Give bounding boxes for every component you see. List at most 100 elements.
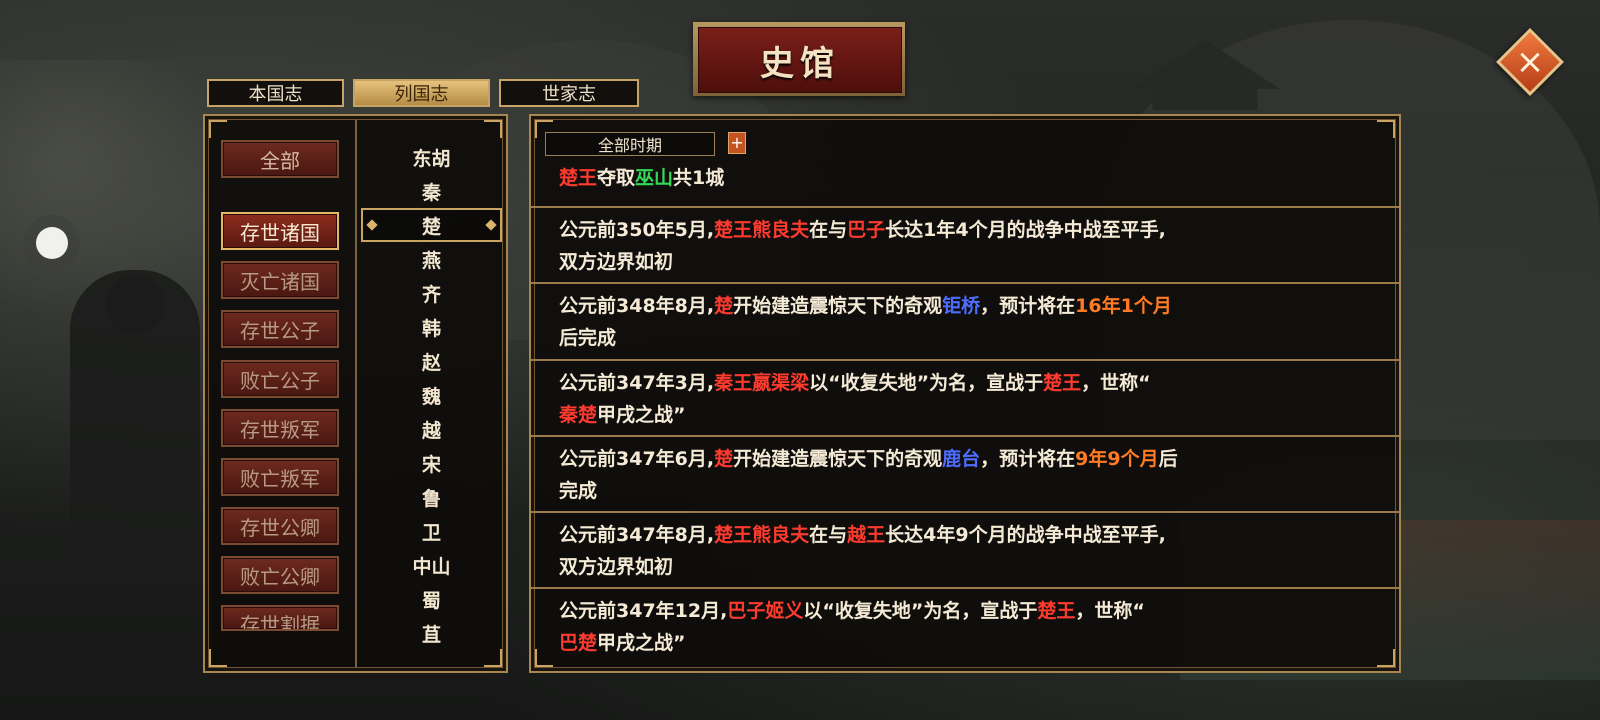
- event-line: 完成: [559, 475, 1371, 507]
- selection-diamond-icon: [366, 219, 378, 231]
- state-item[interactable]: 卫: [357, 514, 506, 548]
- selection-diamond-icon: [485, 219, 497, 231]
- state-item[interactable]: 中山: [357, 548, 506, 582]
- state-item[interactable]: 秦: [357, 174, 506, 208]
- state-item[interactable]: 东胡: [357, 140, 506, 174]
- event-entry: 公元前348年8月,楚开始建造震惊天下的奇观钜桥，预计将在16年1个月后完成: [531, 282, 1399, 359]
- floating-assist-button[interactable]: [36, 227, 68, 259]
- state-item-label: 苴: [421, 623, 441, 646]
- state-item[interactable]: 蜀: [357, 582, 506, 616]
- state-item[interactable]: 魏: [357, 378, 506, 412]
- state-item[interactable]: 鲁: [357, 480, 506, 514]
- category-button[interactable]: 败亡公卿: [221, 556, 339, 594]
- state-item[interactable]: 韩: [357, 310, 506, 344]
- state-item-label: 赵: [421, 351, 441, 374]
- category-button[interactable]: 灭亡诸国: [221, 261, 339, 299]
- category-button[interactable]: 存世公卿: [221, 507, 339, 545]
- event-line: 双方边界如初: [559, 246, 1371, 278]
- event-entry: 公元前347年12月,巴子姬义以“收复失地”为名，宣战于楚王，世称“ 巴楚甲戌之战…: [531, 587, 1399, 667]
- state-item-label: 中山: [412, 555, 451, 578]
- event-line: 楚王夺取巫山共1城: [559, 162, 1371, 194]
- state-item[interactable]: 苴: [357, 616, 506, 650]
- state-item-label: 韩: [421, 317, 441, 340]
- event-text: 公元前347年12月,: [559, 600, 728, 622]
- state-item-label: 鲁: [421, 487, 441, 510]
- tab-all-states[interactable]: 列国志: [353, 79, 490, 107]
- frame-corner: [209, 649, 227, 667]
- event-entry: 公元前347年6月,楚开始建造震惊天下的奇观鹿台，预计将在9年9个月后完成: [531, 435, 1399, 511]
- tab-own-state[interactable]: 本国志: [207, 79, 344, 107]
- event-highlight-green: 巫山: [635, 167, 674, 189]
- event-highlight-red: 楚王: [1037, 600, 1076, 622]
- state-item-label: 楚: [421, 215, 441, 238]
- event-line: 公元前347年6月,楚开始建造震惊天下的奇观鹿台，预计将在9年9个月后: [559, 443, 1371, 475]
- event-entry: 公元前350年5月,楚王熊良夫在与巴子长达1年4个月的战争中战至平手, 双方边界如…: [531, 206, 1399, 282]
- state-item[interactable]: 楚: [361, 208, 502, 242]
- event-text: ，世称“: [1075, 600, 1145, 622]
- category-button[interactable]: 存世割据: [221, 605, 339, 631]
- state-item-label: 东胡: [412, 147, 451, 170]
- event-text: 双方边界如初: [559, 251, 674, 273]
- state-item-label: 越: [421, 419, 441, 442]
- event-text: 开始建造震惊天下的奇观: [733, 448, 943, 470]
- event-highlight-red: 楚王熊良夫: [714, 524, 810, 546]
- event-text: 以“收复失地”为名，宣战于: [809, 372, 1044, 394]
- state-item-label: 卫: [421, 521, 441, 544]
- event-entry: 公元前347年8月,楚王熊良夫在与越王长达4年9个月的战争中战至平手, 双方边界如…: [531, 511, 1399, 587]
- event-highlight-red: 巴子: [847, 219, 886, 241]
- title-plaque: 史馆: [693, 22, 905, 96]
- category-panel: 全部存世诸国灭亡诸国存世公子败亡公子存世叛军败亡叛军存世公卿败亡公卿存世割据 东…: [203, 114, 508, 673]
- tab-bar: 本国志 列国志 世家志: [207, 79, 639, 107]
- event-log[interactable]: 楚王夺取巫山共1城 公元前350年5月,楚王熊良夫在与巴子长达1年4个月的战争中战…: [531, 162, 1399, 671]
- background-figure: [70, 270, 200, 580]
- event-highlight-red: 秦王嬴渠梁: [714, 372, 810, 394]
- event-line: 公元前350年5月,楚王熊良夫在与巴子长达1年4个月的战争中战至平手,: [559, 214, 1371, 246]
- event-text: ，预计将在: [980, 295, 1076, 317]
- event-text: 公元前350年5月,: [559, 219, 715, 241]
- frame-corner: [484, 649, 502, 667]
- category-button[interactable]: 全部: [221, 140, 339, 178]
- page-title: 史馆: [698, 27, 902, 93]
- frame-corner: [209, 120, 227, 138]
- state-item-label: 齐: [421, 283, 441, 306]
- event-line: 双方边界如初: [559, 551, 1371, 583]
- state-item[interactable]: 越: [357, 412, 506, 446]
- event-text: 公元前348年8月,: [559, 295, 715, 317]
- category-button[interactable]: 存世公子: [221, 310, 339, 348]
- event-text: 夺取: [597, 167, 636, 189]
- state-item-label: 蜀: [421, 589, 441, 612]
- event-text: 后完成: [559, 327, 617, 349]
- state-item[interactable]: 齐: [357, 276, 506, 310]
- event-text: 长达4年9个月的战争中战至平手,: [885, 524, 1166, 546]
- event-highlight-red: 楚: [714, 295, 734, 317]
- event-text: ，世称“: [1081, 372, 1151, 394]
- state-item[interactable]: 燕: [357, 242, 506, 276]
- event-text: 双方边界如初: [559, 556, 674, 578]
- state-item[interactable]: 宋: [357, 446, 506, 480]
- event-line: 公元前348年8月,楚开始建造震惊天下的奇观钜桥，预计将在16年1个月: [559, 290, 1371, 322]
- category-button[interactable]: 败亡公子: [221, 360, 339, 398]
- category-button[interactable]: 存世诸国: [221, 212, 339, 250]
- event-line: 公元前347年12月,巴子姬义以“收复失地”为名，宣战于楚王，世称“: [559, 595, 1371, 627]
- state-item[interactable]: 赵: [357, 344, 506, 378]
- period-filter-expand-button[interactable]: +: [728, 132, 746, 154]
- category-button[interactable]: 败亡叛军: [221, 458, 339, 496]
- state-item-label: 燕: [421, 249, 441, 272]
- event-line: 巴楚甲戌之战”: [559, 627, 1371, 659]
- event-highlight-red: 楚王: [559, 167, 598, 189]
- event-text: 长达1年4个月的战争中战至平手,: [885, 219, 1166, 241]
- event-text: ，预计将在: [980, 448, 1076, 470]
- event-highlight-red: 秦楚: [559, 404, 598, 426]
- state-item-label: 魏: [421, 385, 441, 408]
- event-text: 完成: [559, 480, 598, 502]
- event-highlight-red: 越王: [847, 524, 886, 546]
- event-text: 甲戌之战”: [597, 404, 686, 426]
- event-highlight-red: 巴楚: [559, 632, 598, 654]
- category-button[interactable]: 存世叛军: [221, 409, 339, 447]
- period-filter-select[interactable]: 全部时期: [545, 132, 715, 156]
- state-item-label: 秦: [421, 181, 441, 204]
- event-line: 秦楚甲戌之战”: [559, 399, 1371, 431]
- event-text: 甲戌之战”: [597, 632, 686, 654]
- frame-corner: [484, 120, 502, 138]
- tab-noble-houses[interactable]: 世家志: [499, 79, 639, 107]
